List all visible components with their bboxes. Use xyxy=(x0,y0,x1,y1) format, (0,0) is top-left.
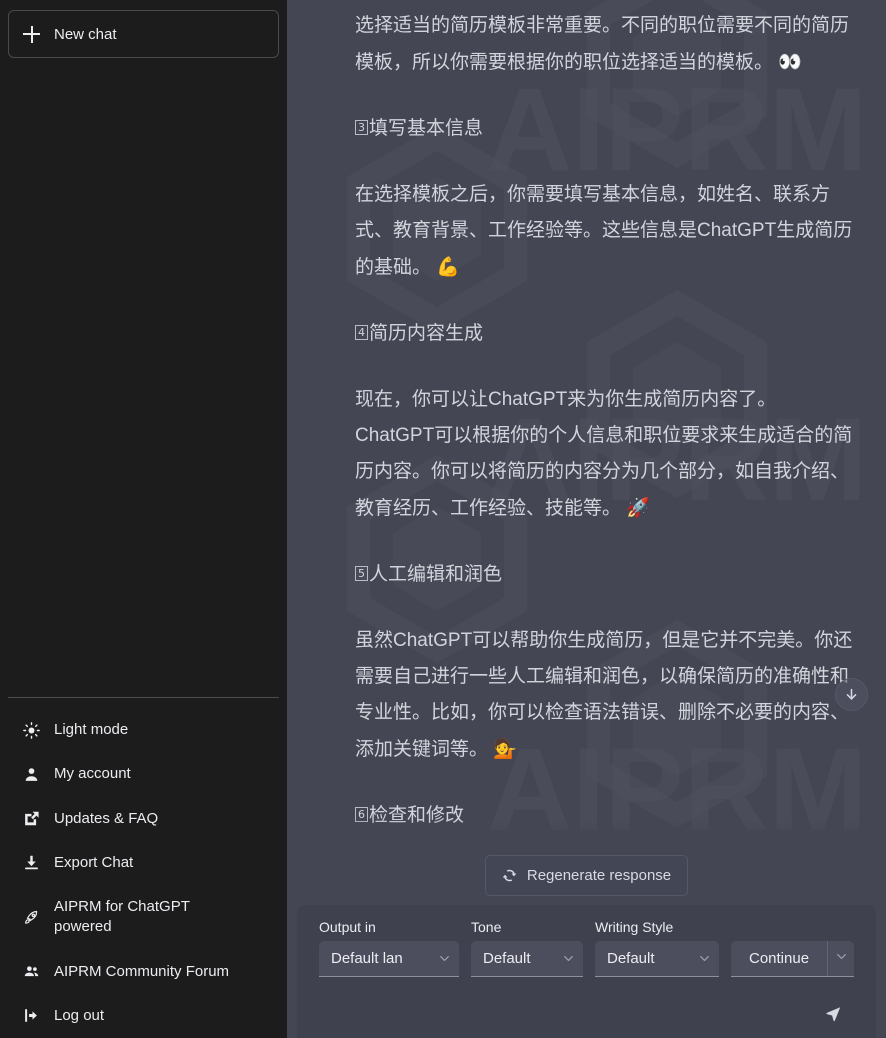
rocket-icon xyxy=(22,908,40,926)
message-heading: 4 简历内容生成 xyxy=(355,316,855,352)
message-heading: 5 人工编辑和润色 xyxy=(355,557,855,593)
chat-input[interactable] xyxy=(319,989,854,1037)
heading-text: 人工编辑和润色 xyxy=(369,564,503,585)
message-scroll-region[interactable]: 选择适当的简历模板非常重要。不同的职位需要不同的简历模板，所以你需要根据你的职位… xyxy=(287,0,886,845)
message-heading: 3 填写基本信息 xyxy=(355,111,855,147)
message-heading: 6 检查和修改 xyxy=(355,798,855,834)
tone-select[interactable]: Default xyxy=(471,941,583,977)
sidebar-item-log-out[interactable]: Log out xyxy=(8,994,279,1038)
continue-button-group: Continue xyxy=(731,941,854,977)
sidebar-item-aiprm-powered[interactable]: AIPRM for ChatGPT powered xyxy=(8,885,279,950)
eyes-emoji: 👀 xyxy=(778,51,802,73)
sidebar-item-label: Log out xyxy=(54,1006,105,1024)
chevron-down-icon xyxy=(835,950,848,968)
list-marker: 6 xyxy=(355,807,368,822)
scroll-to-bottom-button[interactable] xyxy=(835,678,868,711)
paragraph-text: 在选择模板之后，你需要填写基本信息，如姓名、联系方式、教育背景、工作经验等。这些… xyxy=(355,184,853,278)
paragraph-text: 虽然ChatGPT可以帮助你生成简历，但是它并不完美。你还需要自己进行一些人工编… xyxy=(355,630,853,760)
list-marker: 4 xyxy=(355,325,368,340)
sidebar-item-label: AIPRM Community Forum xyxy=(54,962,230,980)
sidebar-item-light-mode[interactable]: Light mode xyxy=(8,708,279,752)
chevron-down-icon xyxy=(698,952,711,965)
download-icon xyxy=(22,854,40,872)
heading-text: 简历内容生成 xyxy=(369,323,484,344)
writing-style-select[interactable]: Default xyxy=(595,941,719,977)
sidebar-item-updates-faq[interactable]: Updates & FAQ xyxy=(8,797,279,841)
message-paragraph: 现在，你可以让ChatGPT来为你生成简历内容了。ChatGPT可以根据你的个人… xyxy=(355,382,855,527)
continue-label: Continue xyxy=(749,950,810,967)
main-chat-area: AIPRM AIPRM AIPRM 选择适当的简历模板非常重要。不同的职位需要不… xyxy=(287,0,886,1038)
sidebar-item-label: Updates & FAQ xyxy=(54,809,159,827)
continue-button[interactable]: Continue xyxy=(731,941,827,976)
tone-field: Tone Default xyxy=(471,919,583,977)
message-paragraph: 虽然ChatGPT可以帮助你生成简历，但是它并不完美。你还需要自己进行一些人工编… xyxy=(355,623,855,768)
assistant-message: 选择适当的简历模板非常重要。不同的职位需要不同的简历模板，所以你需要根据你的职位… xyxy=(355,8,855,845)
composer: Regenerate response Output in Default la… xyxy=(287,845,886,1038)
sun-icon xyxy=(22,721,40,739)
chevron-down-icon xyxy=(562,952,575,965)
heading-text: 填写基本信息 xyxy=(369,118,484,139)
output-in-select[interactable]: Default lan xyxy=(319,941,459,977)
users-icon xyxy=(22,963,40,981)
chat-input-row xyxy=(319,989,854,1037)
continue-dropdown-button[interactable] xyxy=(827,941,854,976)
list-marker: 5 xyxy=(355,566,368,581)
new-chat-button[interactable]: New chat xyxy=(8,10,279,58)
plus-icon xyxy=(23,25,40,43)
send-icon xyxy=(825,1006,840,1021)
regenerate-row: Regenerate response xyxy=(287,845,886,905)
message-paragraph: 选择适当的简历模板非常重要。不同的职位需要不同的简历模板，所以你需要根据你的职位… xyxy=(355,8,855,81)
paragraph-text: 现在，你可以让ChatGPT来为你生成简历内容了。ChatGPT可以根据你的个人… xyxy=(355,389,853,519)
external-link-icon xyxy=(22,810,40,828)
list-marker: 3 xyxy=(355,120,368,135)
regenerate-response-button[interactable]: Regenerate response xyxy=(484,854,689,896)
sidebar: New chat Light mode My account Updates &… xyxy=(0,0,287,1038)
rocket-emoji: 🚀 xyxy=(626,497,650,519)
paragraph-text: 选择适当的简历模板非常重要。不同的职位需要不同的简历模板，所以你需要根据你的职位… xyxy=(355,15,850,73)
aiprm-controls-panel: Output in Default lan Tone Default Writi… xyxy=(297,905,876,1038)
heading-text: 检查和修改 xyxy=(369,805,465,826)
send-button[interactable] xyxy=(818,998,848,1028)
sidebar-item-my-account[interactable]: My account xyxy=(8,752,279,796)
user-icon xyxy=(22,765,40,783)
sidebar-item-label: AIPRM for ChatGPT powered xyxy=(54,898,190,936)
chevron-down-circle-icon xyxy=(846,688,857,700)
tone-label: Tone xyxy=(471,919,502,935)
output-in-field: Output in Default lan xyxy=(319,919,459,977)
tone-value: Default xyxy=(483,950,531,967)
new-chat-label: New chat xyxy=(54,25,117,43)
sidebar-item-label: My account xyxy=(54,765,131,783)
chatgpt-window: New chat Light mode My account Updates &… xyxy=(0,0,886,1038)
writing-style-value: Default xyxy=(607,950,655,967)
flexed-biceps-emoji: 💪 xyxy=(436,256,460,278)
chevron-down-icon xyxy=(438,952,451,965)
output-in-label: Output in xyxy=(319,919,376,935)
message-paragraph: 在选择模板之后，你需要填写基本信息，如姓名、联系方式、教育背景、工作经验等。这些… xyxy=(355,177,855,286)
sidebar-footer: Light mode My account Updates & FAQ Expo… xyxy=(8,697,279,1038)
aiprm-field-row: Output in Default lan Tone Default Writi… xyxy=(319,919,854,977)
sidebar-item-label: Light mode xyxy=(54,721,129,738)
output-in-value: Default lan xyxy=(331,950,403,967)
conversation-list xyxy=(8,58,279,697)
person-tipping-hand-emoji: 💁 xyxy=(493,738,517,760)
sidebar-item-export-chat[interactable]: Export Chat xyxy=(8,841,279,885)
regenerate-label: Regenerate response xyxy=(526,866,672,884)
writing-style-field: Writing Style Default xyxy=(595,919,719,977)
sidebar-item-label: Export Chat xyxy=(54,853,134,871)
sidebar-item-aiprm-community-forum[interactable]: AIPRM Community Forum xyxy=(8,950,279,994)
logout-icon xyxy=(22,1007,40,1025)
writing-style-label: Writing Style xyxy=(595,919,674,935)
refresh-icon xyxy=(502,869,517,881)
